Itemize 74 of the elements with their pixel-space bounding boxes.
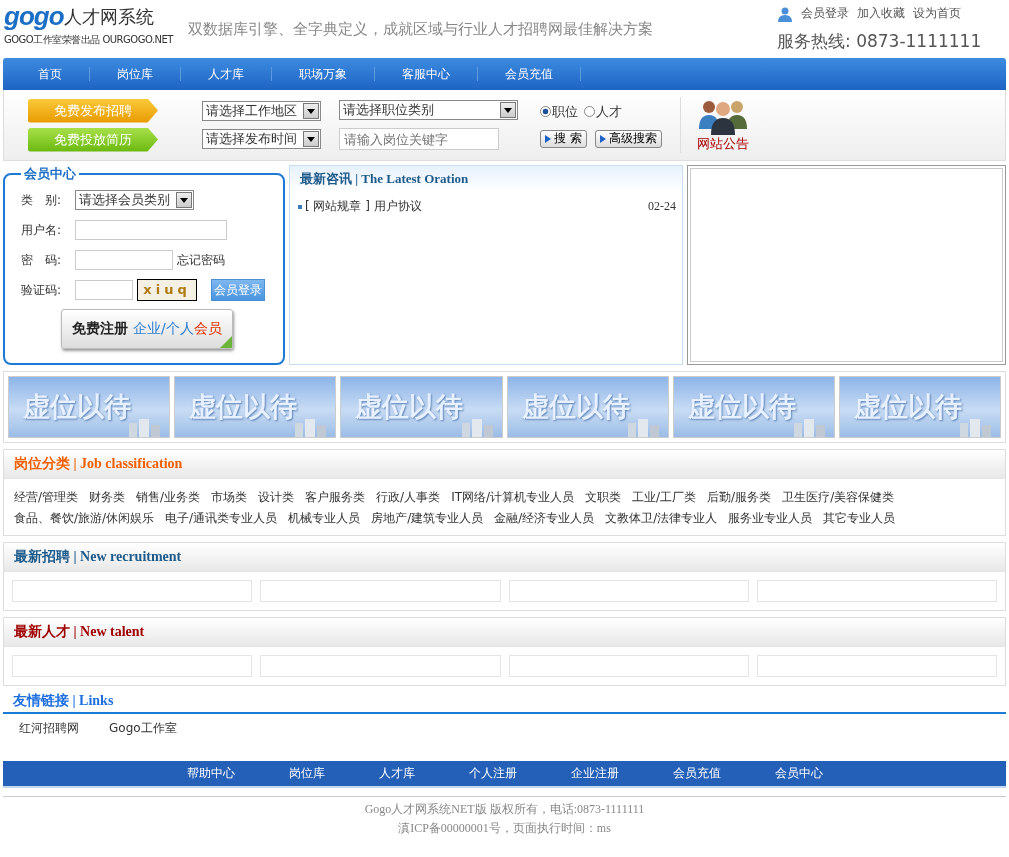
job-category-link[interactable]: 市场类 [211,489,248,506]
section-title: 岗位分类 | Job classification [14,455,183,473]
footer-nav-item[interactable]: 会员充值 [645,765,748,782]
job-category-link[interactable]: 财务类 [89,489,126,506]
section-title: 最新人才 | New talent [14,623,145,641]
footer-nav-item[interactable]: 人才库 [351,765,442,782]
nav-item[interactable]: 客服中心 [375,67,478,81]
search-mode-radio[interactable]: 人才 [584,102,622,121]
logo-mark: gogo [4,4,64,28]
captcha-image: xiuq [137,279,197,301]
job-category-link[interactable]: 后勤/服务类 [707,489,772,506]
field-label: 密 码: [21,251,63,269]
search-button[interactable]: 搜 索 [540,129,587,148]
field-label: 用户名: [21,221,63,239]
logo-text: 人才网系统 [63,6,154,27]
job-category-link[interactable]: 房地产/建筑专业人员 [371,510,484,527]
friend-link[interactable]: 红河招聘网 [19,720,79,737]
copyright-text: Gogo人才网系统NET版 版权所有，电话:0873-1111111 [364,801,645,818]
job-category-link[interactable]: 经营/管理类 [14,489,79,506]
section-title: 友情链接 | Links [13,693,114,708]
field-label: 验证码: [21,281,63,299]
copyright-text: 滇ICP备00000001号，页面执行时间：ms [398,820,611,837]
job-category-link[interactable]: 行政/人事类 [376,489,441,506]
advanced-search-button[interactable]: 高级搜索 [594,129,662,148]
time-select[interactable]: 请选择发布时间 [202,129,321,149]
news-date: 02-24 [648,199,676,214]
logo-subtitle: GOGO工作室荣誉出品 OURGOGO.NET [4,33,175,47]
job-category-link[interactable]: IT网络/计算机专业人员 [451,489,575,506]
top-link[interactable]: 加入收藏 [857,5,905,22]
job-category-link[interactable]: 金融/经济专业人员 [494,510,595,527]
job-category-link[interactable]: 销售/业务类 [136,489,201,506]
top-link[interactable]: 会员登录 [801,5,849,22]
forgot-password-link[interactable]: 忘记密码 [177,251,225,269]
category-select[interactable]: 请选择职位类别 [339,100,518,120]
job-category-link[interactable]: 工业/工厂类 [632,489,697,506]
job-category-link[interactable]: 食品、餐饮/旅游/休闲娱乐 [14,510,155,527]
captcha-field[interactable] [75,280,133,300]
area-select[interactable]: 请选择工作地区 [202,101,321,121]
field-label: 类 别: [21,191,63,209]
job-category-link[interactable]: 服务业专业人员 [728,510,813,527]
member-title: 会员中心 [23,165,77,183]
footer-nav-item[interactable]: 企业注册 [543,765,646,782]
notice-link[interactable]: 网站公告 [696,135,749,153]
nav-item[interactable]: 岗位库 [90,67,181,81]
job-category-link[interactable]: 电子/通讯类专业人员 [165,510,278,527]
slogan: 双数据库引擎、全字典定义，成就区域与行业人才招聘网最佳解决方案 [188,20,653,39]
job-category-link[interactable]: 文职类 [585,489,622,506]
password-field[interactable] [75,250,173,270]
member-type-select[interactable]: 请选择会员类别 [75,190,194,210]
nav-item[interactable]: 首页 [11,67,90,81]
footer-nav-item[interactable]: 个人注册 [441,765,544,782]
nav-item[interactable]: 职场万象 [272,67,375,81]
footer-nav-item[interactable]: 帮助中心 [159,765,262,782]
top-link[interactable]: 设为首页 [913,5,961,22]
job-category-link[interactable]: 客户服务类 [305,489,366,506]
hotline: 服务热线: 0873-1111111 [777,30,983,53]
friend-link[interactable]: Gogo工作室 [109,720,177,737]
nav-item[interactable]: 会员充值 [478,67,581,81]
nav-item[interactable]: 人才库 [181,67,272,81]
news-title: 最新咨讯 | The Latest Oration [300,170,469,188]
job-category-link[interactable]: 卫生医疗/美容保健类 [782,489,895,506]
username-field[interactable] [75,220,227,240]
news-link[interactable]: [ 网站规章 ] 用户协议 [305,198,422,215]
register-button[interactable]: 免费注册 企业/个人会员 [61,309,233,349]
footer-nav-item[interactable]: 岗位库 [261,765,352,782]
job-category-link[interactable]: 机械专业人员 [288,510,361,527]
job-category-link[interactable]: 文教体卫/法律专业人 [605,510,718,527]
job-category-link[interactable]: 其它专业人员 [823,510,896,527]
job-category-link[interactable]: 设计类 [258,489,295,506]
section-title: 最新招聘 | New recruitment [14,548,182,566]
search-mode-radio[interactable]: 职位 [540,102,578,121]
user-icon [777,5,793,22]
keyword-field[interactable]: 请输入岗位关键字 [339,128,499,150]
footer-nav-item[interactable]: 会员中心 [747,765,850,782]
